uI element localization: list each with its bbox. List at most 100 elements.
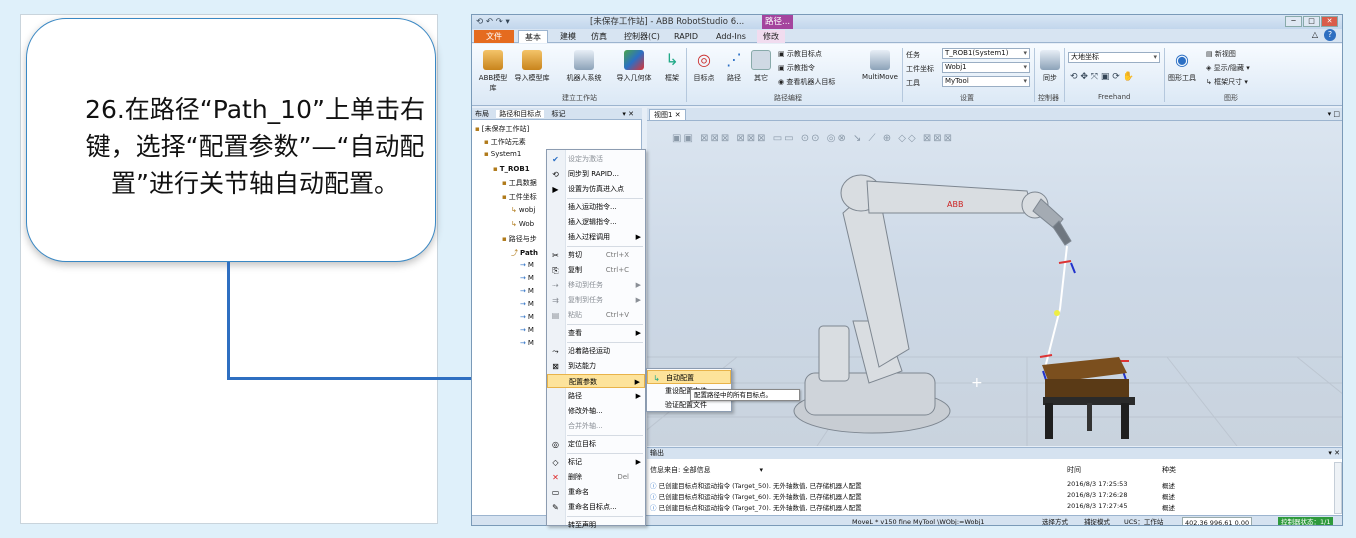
context-menu-item[interactable]: ▶ 设置为仿真进入点 (547, 182, 645, 196)
multimove-button[interactable]: MultiMove (860, 50, 900, 81)
context-menu-item[interactable]: ⤳ 沿着路径运动 (547, 344, 645, 358)
context-menu-item[interactable]: ◎ 定位目标 (547, 437, 645, 451)
tree-item[interactable]: ▪ [未保存工作站] (475, 124, 529, 134)
tab-layout[interactable]: 布局 (472, 110, 492, 118)
context-menu-item[interactable]: ⟲ 同步到 RAPID... (547, 167, 645, 181)
output-filter[interactable]: 信息来自: 全部信息 ▾ (650, 465, 763, 475)
reference-frame-combo[interactable]: 大地坐标 (1068, 52, 1160, 63)
target-button[interactable]: ◎ 目标点 (690, 50, 718, 83)
frame-button[interactable]: ↳ 框架 (660, 50, 684, 83)
context-menu-item[interactable]: 路径 ▶ (547, 389, 645, 403)
other-button[interactable]: 其它 (750, 50, 772, 83)
tab-simulation[interactable]: 仿真 (585, 30, 613, 43)
view-close-icon[interactable]: ▾ □ (1328, 108, 1340, 121)
panel-pin-icon[interactable]: ▾ ✕ (619, 108, 637, 120)
import-geometry-button[interactable]: 导入几何体 (614, 50, 654, 83)
tab-file[interactable]: 文件 (F) (474, 30, 514, 54)
graphics-tools-button[interactable]: ◉ 图形工具 (1166, 50, 1198, 83)
context-menu-label: 重命名 (568, 488, 589, 496)
tab-paths-targets[interactable]: 路径和目标点 (496, 110, 545, 118)
new-view-button[interactable]: ▤ 新视图 (1206, 49, 1236, 59)
tree-item[interactable]: ⤴ Path (511, 248, 538, 258)
teach-target-button[interactable]: ▣ 示教目标点 (778, 49, 822, 59)
frame-size-button[interactable]: ↳ 框架尺寸 ▾ (1206, 77, 1248, 87)
output-scrollbar[interactable] (1334, 462, 1342, 514)
auto-config-icon: ↳ (653, 374, 660, 383)
context-menu-item[interactable]: ⎘ 复制 Ctrl+C (547, 263, 645, 277)
copy-icon: ⎘ (552, 266, 559, 275)
robot-system-button[interactable]: 机器人系统 (564, 50, 604, 83)
close-button[interactable]: ✕ (1321, 16, 1338, 27)
context-menu-item[interactable]: ✔ 设定为激活 (547, 152, 645, 166)
tree-item[interactable]: ▪ 工件坐标 (502, 192, 537, 202)
tab-addins[interactable]: Add-Ins (710, 30, 752, 43)
tab-rapid[interactable]: RAPID (668, 30, 704, 43)
tree-item[interactable]: ▪ T_ROB1 (493, 165, 530, 173)
tab-modeling[interactable]: 建模 (554, 30, 582, 43)
context-menu-item[interactable]: ▤ 粘贴 Ctrl+V (547, 308, 645, 322)
sync-button[interactable]: 同步 (1038, 50, 1062, 83)
context-menu-item[interactable]: 配置参数 ▶ (547, 374, 645, 388)
context-menu-item[interactable]: ⇢ 移动到任务 ▶ (547, 278, 645, 292)
context-menu-item[interactable]: 插入运动指令... (547, 200, 645, 214)
tree-item[interactable]: ▪ System1 (484, 150, 521, 158)
tree-item[interactable]: ▪ 工作站元素 (484, 137, 526, 147)
output-close-icon[interactable]: ▾ ✕ (1328, 448, 1340, 459)
tree-item[interactable]: ▪ 路径与步 (502, 234, 537, 244)
context-menu-item[interactable]: ✕ 删除 Del (547, 470, 645, 484)
freehand-tools[interactable]: ⟲ ✥ ⤧ ▣ ⟳ ✋ (1070, 72, 1134, 82)
tree-move-instruction[interactable]: → M (520, 326, 534, 334)
status-snap-mode[interactable]: 捕捉模式 (1084, 516, 1110, 525)
tree-move-instruction[interactable]: → M (520, 274, 534, 282)
tab-view1[interactable]: 视图1 ✕ (649, 109, 686, 121)
minimize-ribbon-icon[interactable]: △ (1312, 30, 1318, 39)
context-menu-item[interactable]: ◇ 标记 ▶ (547, 455, 645, 469)
output-row-message[interactable]: ⓘ 已创建目标点和运动指令 (Target_70). 无外轴数值, 已存储机器人… (650, 502, 862, 512)
tree-move-instruction[interactable]: → M (520, 339, 534, 347)
tree-move-instruction[interactable]: → M (520, 300, 534, 308)
tree-item[interactable]: ↳ wobj (511, 206, 535, 214)
output-row-message[interactable]: ⓘ 已创建目标点和运动指令 (Target_60). 无外轴数值, 已存储机器人… (650, 491, 862, 501)
import-library-button[interactable]: 导入模型库 (514, 50, 550, 83)
context-menu-item[interactable]: ⊠ 到达能力 (547, 359, 645, 373)
minimize-button[interactable]: ─ (1285, 16, 1302, 27)
path-button[interactable]: ⋰ 路径 (722, 50, 746, 83)
wobj-combo[interactable]: Wobj1 (942, 62, 1030, 73)
menu-separator (567, 246, 643, 247)
show-hide-button[interactable]: ◈ 显示/隐藏 ▾ (1206, 63, 1250, 73)
tool-combo[interactable]: MyTool (942, 76, 1030, 87)
abb-library-button[interactable]: ABB模型库 (476, 50, 510, 93)
quick-access-toolbar[interactable]: ⟲ ↶ ↷ ▾ (476, 15, 510, 29)
tab-controller[interactable]: 控制器(C) (618, 30, 666, 43)
task-combo[interactable]: T_ROB1(System1) (942, 48, 1030, 59)
context-menu-item[interactable]: 插入逻辑指令... (547, 215, 645, 229)
help-icon[interactable]: ? (1324, 29, 1336, 41)
context-menu-item[interactable]: ✎ 重命名目标点... (547, 500, 645, 514)
submenu-item[interactable]: ↳ 自动配置 (647, 370, 731, 384)
status-select-mode[interactable]: 选择方式 (1042, 516, 1068, 525)
teach-instruction-button[interactable]: ▣ 示教指令 (778, 63, 815, 73)
context-menu: ✔ 设定为激活 ⟲ 同步到 RAPID... ▶ 设置为仿真进入点 插入运动指令... 插入逻… (546, 149, 646, 529)
context-menu-item[interactable]: ▭ 重命名 (547, 485, 645, 499)
ribbon: ABB模型库 导入模型库 机器人系统 导入几何体 ↳ 框架 建立工作站 ◎ 目标点 … (472, 44, 1342, 106)
tab-tags[interactable]: 标记 (548, 110, 568, 118)
context-menu-item[interactable]: 修改外轴... (547, 404, 645, 418)
output-row-message[interactable]: ⓘ 已创建目标点和运动指令 (Target_50). 无外轴数值, 已存储机器人… (650, 480, 862, 490)
tree-move-instruction[interactable]: → M (520, 261, 534, 269)
tab-modify[interactable]: 修改 (757, 30, 785, 43)
tree-move-instruction[interactable]: → M (520, 313, 534, 321)
status-instruction[interactable]: MoveL * v150 fine MyTool \WObj:=Wobj1 (852, 516, 985, 525)
context-menu-item[interactable]: 插入过程调用 ▶ (547, 230, 645, 244)
context-menu-item[interactable]: ✂ 剪切 Ctrl+X (547, 248, 645, 262)
maximize-button[interactable]: □ (1303, 16, 1320, 27)
context-menu-item[interactable]: 查看 ▶ (547, 326, 645, 340)
tree-move-instruction[interactable]: → M (520, 287, 534, 295)
context-menu-item[interactable]: 合并外轴... (547, 419, 645, 433)
tree-item[interactable]: ▪ 工具数据 (502, 178, 537, 188)
context-menu-item[interactable]: ⇉ 复制到任务 ▶ (547, 293, 645, 307)
tab-home[interactable]: 基本 (518, 30, 548, 43)
context-menu-item[interactable]: 转至声明 (547, 518, 645, 532)
tree-item[interactable]: ↳ Wob (511, 220, 534, 228)
view-robot-target-button[interactable]: ◉ 查看机器人目标 (778, 77, 835, 87)
status-controller[interactable]: 控制器状态：1/1 (1278, 517, 1334, 525)
